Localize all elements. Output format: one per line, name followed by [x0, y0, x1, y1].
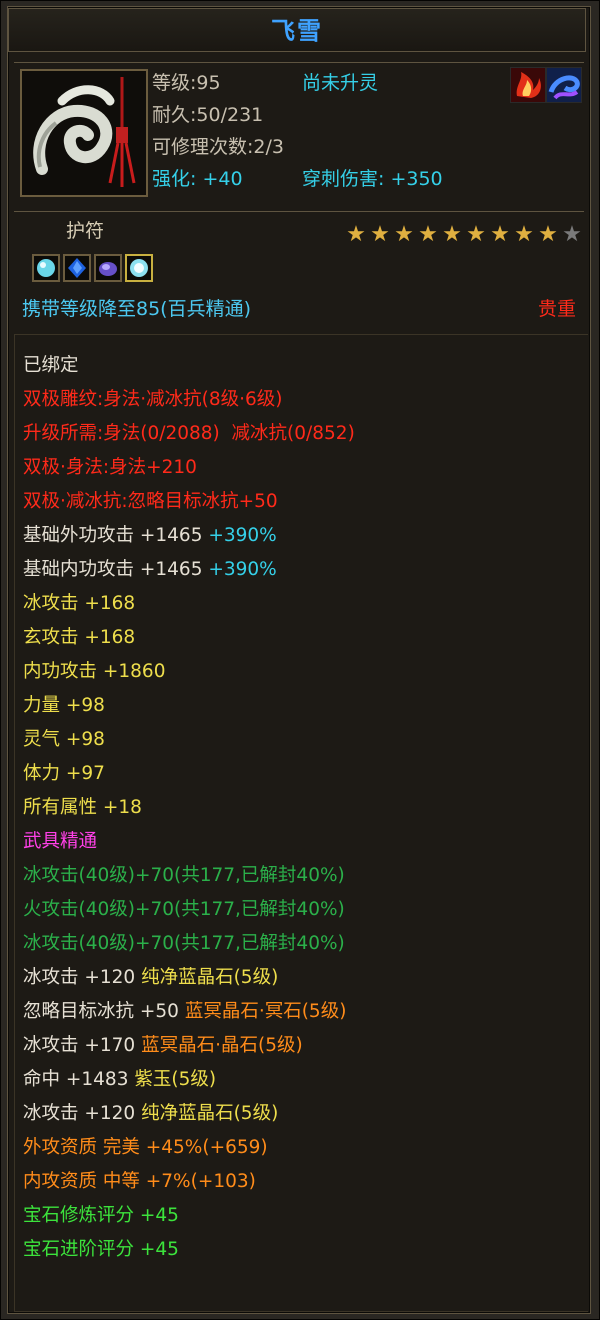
mastery-line: 冰攻击(40级)+70(共177,已解封40%) — [23, 933, 345, 954]
star-icon: ★ — [394, 222, 414, 247]
gem-line: 冰攻击 +120 纯净蓝晶石(5级) — [23, 961, 278, 995]
star-icon: ★ — [514, 222, 534, 247]
gem-name: 纯净蓝晶石(5级) — [141, 967, 279, 988]
base-internal-pct: +390% — [208, 559, 277, 580]
xuan-attack: 玄攻击 +168 — [23, 627, 136, 648]
star-icon: ★ — [490, 222, 510, 247]
item-level: 等级:95 — [152, 72, 221, 94]
item-talisman-icon — [20, 69, 148, 197]
flame-status-icon[interactable] — [510, 67, 546, 103]
durability: 耐久:50/231 — [152, 104, 264, 126]
pierce-value: +350 — [390, 168, 443, 190]
repair-count: 可修理次数:2/3 — [152, 136, 284, 158]
gem-slots — [32, 254, 156, 286]
rarity-badge: 贵重 — [537, 298, 576, 320]
base-internal-attack: 基础内功攻击 +1465 +390% — [23, 553, 277, 587]
mastery-line: 火攻击(40级)+70(共177,已解封40%) — [23, 899, 345, 920]
cyan-gem-icon[interactable] — [32, 254, 60, 282]
star-icon: ★ — [346, 222, 366, 247]
gem-name: 蓝冥晶石·冥石(5级) — [184, 1001, 347, 1022]
strength: 力量 +98 — [23, 695, 105, 716]
mastery-line: 冰攻击(40级)+70(共177,已解封40%) — [23, 865, 345, 886]
swirl-status-icon[interactable] — [546, 67, 582, 103]
star-empty-icon: ★ — [562, 222, 582, 247]
gem-stat: 冰攻击 +170 — [23, 1035, 136, 1056]
enhance-value: +40 — [202, 168, 243, 190]
gem-advance-score: 宝石进阶评分 +45 — [23, 1239, 179, 1260]
gem-line: 忽略目标冰抗 +50 蓝冥晶石·冥石(5级) — [23, 995, 346, 1029]
external-quality: 外攻资质 完美 +45%(+659) — [23, 1137, 268, 1158]
attribute-list: 已绑定 双极雕纹:身法·减冰抗(8级·6级) 升级所需:身法(0/2088) 减… — [14, 334, 588, 1312]
enhance-label: 强化: — [152, 168, 197, 190]
ice-attack: 冰攻击 +168 — [23, 593, 136, 614]
title-bar: 飞雪 — [8, 8, 586, 52]
gem-refine-score: 宝石修炼评分 +45 — [23, 1205, 179, 1226]
item-name: 飞雪 — [271, 17, 323, 45]
gem-line: 命中 +1483 紫玉(5级) — [23, 1063, 216, 1097]
stamina: 体力 +97 — [23, 763, 105, 784]
all-attributes: 所有属性 +18 — [23, 797, 142, 818]
carry-level: 携带等级降至85(百兵精通) — [22, 298, 252, 320]
spirit-status: 尚未升灵 — [302, 72, 379, 94]
base-external-pct: +390% — [208, 525, 277, 546]
base-external-attack: 基础外功攻击 +1465 +390% — [23, 519, 277, 553]
blue-gem-icon[interactable] — [63, 254, 91, 282]
internal-quality: 内攻资质 中等 +7%(+103) — [23, 1171, 256, 1192]
pierce-stat: 穿刺伤害: +350 — [302, 163, 443, 195]
double-agility: 双极·身法:身法+210 — [23, 457, 197, 478]
talisman-label: 护符 — [66, 220, 105, 242]
crystal-gem-icon[interactable] — [125, 254, 153, 282]
upgrade-req-ice: 减冰抗(0/852) — [231, 423, 355, 444]
purple-gem-icon[interactable] — [94, 254, 122, 282]
item-header: 等级:95 尚未升灵 耐久:50/231 可修理次数:2/3 强化: +40 穿… — [14, 62, 584, 212]
gem-stat: 命中 +1483 — [23, 1069, 129, 1090]
double-ice: 双极·减冰抗:忽略目标冰抗+50 — [23, 491, 278, 512]
gem-name: 紫玉(5级) — [134, 1069, 217, 1090]
mastery-title: 武具精通 — [23, 831, 98, 852]
star-icon: ★ — [370, 222, 390, 247]
gem-stat: 忽略目标冰抗 +50 — [23, 1001, 179, 1022]
gem-line: 冰攻击 +170 蓝冥晶石·晶石(5级) — [23, 1029, 303, 1063]
base-internal-value: 基础内功攻击 +1465 — [23, 559, 203, 580]
double-engrave: 双极雕纹:身法·减冰抗(8级·6级) — [23, 389, 283, 410]
enhance-stat: 强化: +40 — [152, 163, 243, 195]
star-icon: ★ — [538, 222, 558, 247]
star-icon: ★ — [418, 222, 438, 247]
star-rating: ★ ★ ★ ★ ★ ★ ★ ★ ★ ★ — [344, 224, 584, 246]
star-icon: ★ — [466, 222, 486, 247]
base-external-value: 基础外功攻击 +1465 — [23, 525, 203, 546]
spirit: 灵气 +98 — [23, 729, 105, 750]
gem-name: 纯净蓝晶石(5级) — [141, 1103, 279, 1124]
gem-stat: 冰攻击 +120 — [23, 1103, 136, 1124]
gem-line: 冰攻击 +120 纯净蓝晶石(5级) — [23, 1097, 278, 1131]
internal-attack: 内功攻击 +1860 — [23, 661, 166, 682]
pierce-label: 穿刺伤害: — [302, 168, 385, 190]
bound-status: 已绑定 — [23, 355, 79, 376]
gem-name: 蓝冥晶石·晶石(5级) — [141, 1035, 303, 1056]
talisman-section: 护符 ★ ★ ★ ★ ★ ★ ★ ★ ★ ★ 携带等级降至85(百兵精通) 贵重 — [14, 214, 584, 326]
star-icon: ★ — [442, 222, 462, 247]
gem-stat: 冰攻击 +120 — [23, 967, 136, 988]
upgrade-requirement: 升级所需:身法(0/2088) 减冰抗(0/852) — [23, 417, 355, 451]
upgrade-req-agility: 升级所需:身法(0/2088) — [23, 423, 220, 444]
